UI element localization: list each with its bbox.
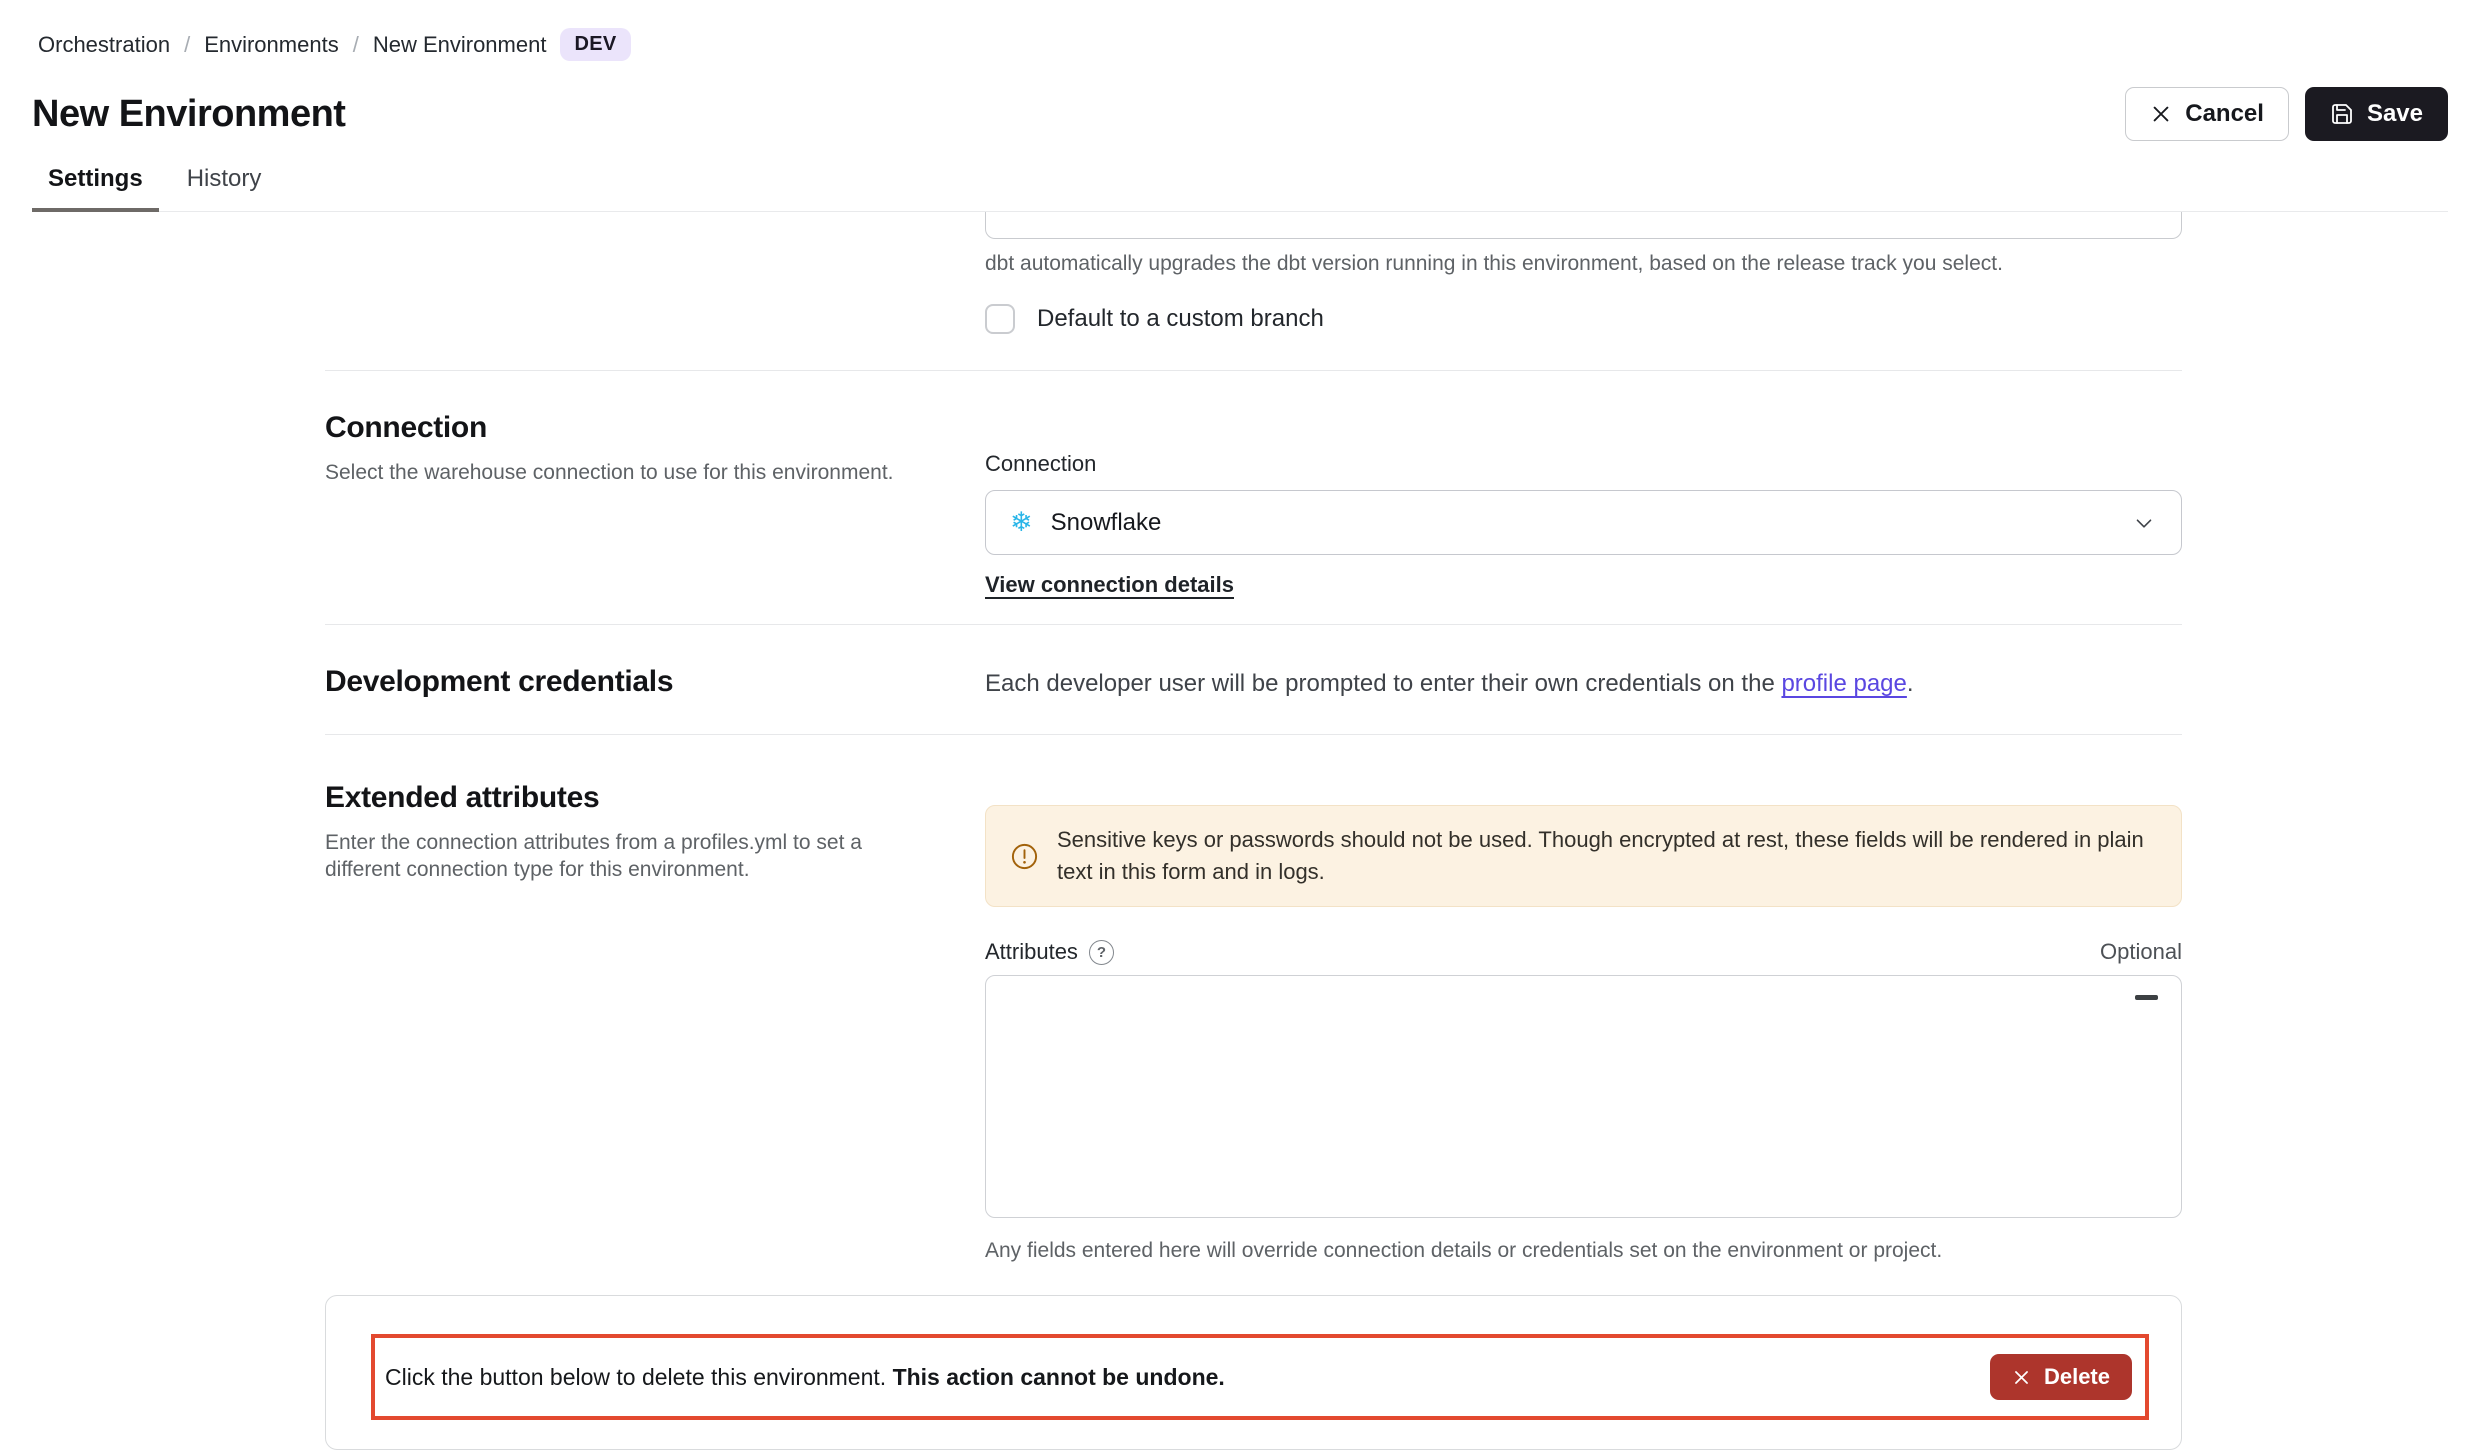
connection-section-description: Select the warehouse connection to use f… — [325, 459, 925, 486]
sensitive-keys-warning-banner: Sensitive keys or passwords should not b… — [985, 805, 2182, 907]
credentials-text: Each developer user will be prompted to … — [985, 668, 2182, 700]
attributes-textarea[interactable] — [985, 975, 2182, 1218]
breadcrumb-environments[interactable]: Environments — [204, 32, 339, 58]
delete-environment-box: Click the button below to delete this en… — [371, 1334, 2149, 1420]
custom-branch-checkbox[interactable] — [985, 304, 1015, 334]
chevron-down-icon — [2131, 510, 2157, 536]
connection-field-label: Connection — [985, 451, 2182, 477]
connection-select-value: Snowflake — [1051, 509, 2113, 537]
attributes-field-label: Attributes ? — [985, 939, 1114, 965]
delete-text-normal: Click the button below to delete this en… — [385, 1364, 893, 1390]
snowflake-icon: ❄ — [1010, 509, 1033, 536]
cancel-button-label: Cancel — [2185, 100, 2264, 128]
delete-button-label: Delete — [2044, 1364, 2110, 1390]
credentials-text-before: Each developer user will be prompted to … — [985, 670, 1781, 697]
connection-section: Connection Select the warehouse connecti… — [325, 371, 2182, 624]
close-icon — [2012, 1368, 2031, 1387]
save-button-label: Save — [2367, 100, 2423, 128]
delete-environment-text: Click the button below to delete this en… — [385, 1364, 1225, 1391]
extended-attributes-section: Extended attributes Enter the connection… — [325, 735, 2182, 1263]
credentials-text-after: . — [1907, 670, 1914, 697]
release-track-select[interactable] — [985, 212, 2182, 239]
warning-text: Sensitive keys or passwords should not b… — [1057, 824, 2157, 888]
optional-label: Optional — [2100, 939, 2182, 965]
collapse-icon[interactable] — [2135, 995, 2158, 1000]
environment-type-badge: DEV — [560, 28, 630, 61]
save-icon — [2330, 102, 2354, 126]
credentials-section-title: Development credentials — [325, 665, 985, 699]
profile-page-link[interactable]: profile page — [1781, 670, 1906, 697]
extended-attributes-title: Extended attributes — [325, 781, 985, 815]
breadcrumb-separator: / — [353, 32, 359, 58]
breadcrumb: Orchestration / Environments / New Envir… — [32, 28, 2448, 61]
cancel-button[interactable]: Cancel — [2125, 87, 2289, 141]
release-track-section: dbt automatically upgrades the dbt versi… — [325, 212, 2182, 370]
tab-bar: Settings History — [32, 165, 2448, 212]
settings-form: dbt automatically upgrades the dbt versi… — [0, 212, 2478, 1450]
tab-history[interactable]: History — [171, 165, 278, 211]
custom-branch-checkbox-label: Default to a custom branch — [1037, 305, 1324, 333]
title-row: New Environment Cancel — [32, 87, 2448, 141]
close-icon — [2150, 103, 2172, 125]
delete-text-bold: This action cannot be undone. — [893, 1364, 1225, 1390]
breadcrumb-separator: / — [184, 32, 190, 58]
delete-button[interactable]: Delete — [1990, 1354, 2132, 1400]
help-icon[interactable]: ? — [1089, 940, 1114, 965]
tab-settings[interactable]: Settings — [32, 165, 159, 212]
connection-section-title: Connection — [325, 411, 985, 445]
breadcrumb-orchestration[interactable]: Orchestration — [38, 32, 170, 58]
attributes-field-header: Attributes ? Optional — [985, 939, 2182, 965]
connection-select[interactable]: ❄ Snowflake — [985, 490, 2182, 555]
extended-attributes-description: Enter the connection attributes from a p… — [325, 829, 925, 883]
development-credentials-section: Development credentials Each developer u… — [325, 625, 2182, 734]
attributes-editor-container — [985, 975, 2182, 1223]
attributes-label-text: Attributes — [985, 939, 1078, 965]
danger-zone-card: Click the button below to delete this en… — [325, 1295, 2182, 1450]
save-button[interactable]: Save — [2305, 87, 2448, 141]
breadcrumb-current-page: New Environment — [373, 32, 547, 58]
page-title: New Environment — [32, 93, 345, 136]
environment-settings-page: Orchestration / Environments / New Envir… — [0, 0, 2478, 1454]
custom-branch-checkbox-row[interactable]: Default to a custom branch — [985, 304, 2182, 334]
warning-icon — [1010, 842, 1039, 871]
page-header: Orchestration / Environments / New Envir… — [0, 0, 2478, 212]
attributes-helper-text: Any fields entered here will override co… — [985, 1239, 2182, 1263]
release-track-helper: dbt automatically upgrades the dbt versi… — [985, 252, 2182, 276]
header-actions: Cancel Save — [2125, 87, 2448, 141]
view-connection-details-link[interactable]: View connection details — [985, 572, 1234, 598]
